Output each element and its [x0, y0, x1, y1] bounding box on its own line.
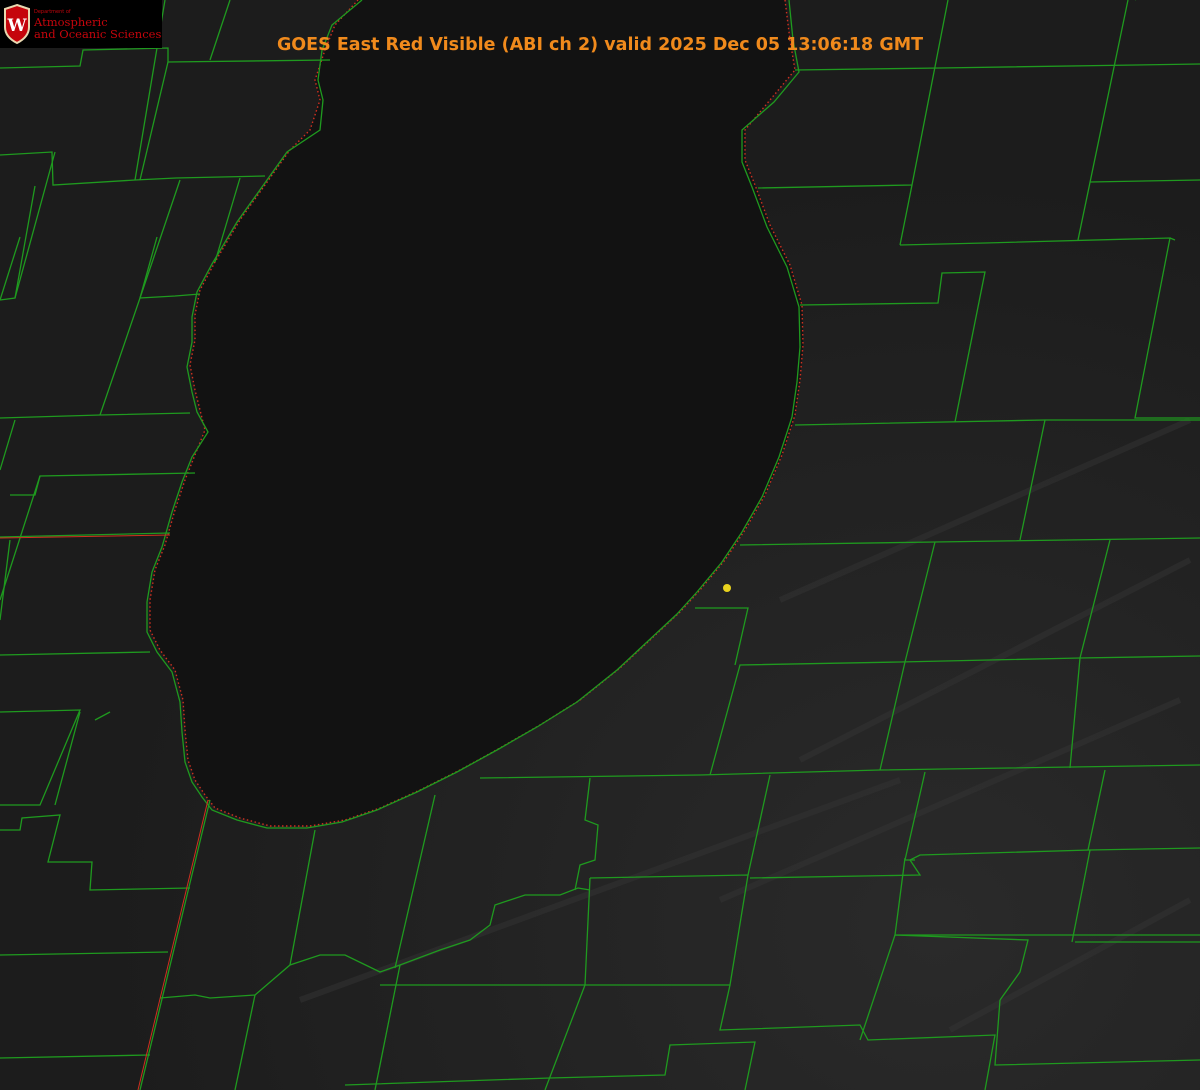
- yellow-dot-icon: [723, 584, 731, 592]
- crest-letter: W: [6, 16, 27, 36]
- satellite-map: [0, 0, 1200, 1090]
- image-title: GOES East Red Visible (ABI ch 2) valid 2…: [276, 35, 924, 55]
